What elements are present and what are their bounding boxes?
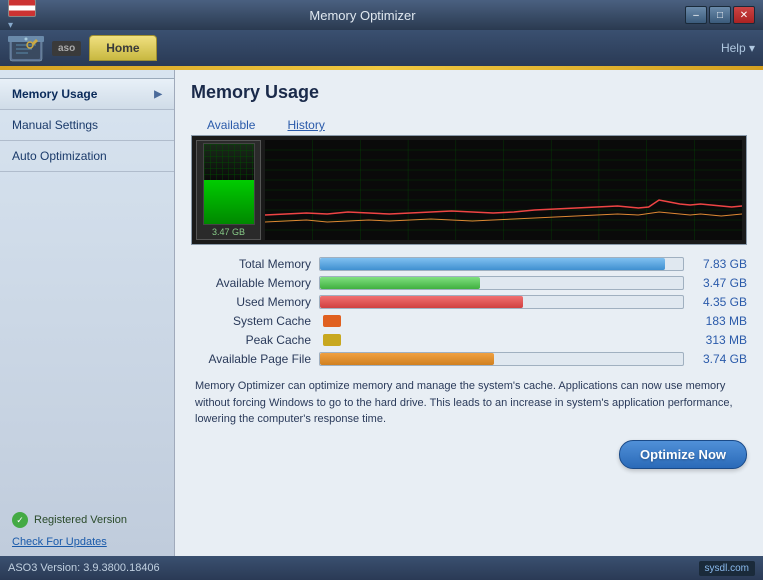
registered-icon: ✓ bbox=[12, 512, 28, 528]
flag-icon bbox=[8, 0, 36, 17]
title-bar-title: Memory Optimizer bbox=[40, 8, 685, 23]
sysdl-badge: sysdl.com bbox=[699, 561, 755, 576]
stat-bar-container bbox=[319, 257, 684, 271]
registered-label: Registered Version bbox=[34, 514, 127, 526]
stat-label: Used Memory bbox=[191, 295, 311, 309]
stat-label: Available Memory bbox=[191, 276, 311, 290]
stat-bar-green bbox=[320, 277, 480, 289]
memory-gauge: 3.47 GB bbox=[196, 140, 261, 240]
stat-value: 183 MB bbox=[692, 314, 747, 328]
stat-bar-orange-wide bbox=[320, 353, 494, 365]
stat-bar-container bbox=[319, 295, 684, 309]
close-button[interactable]: ✕ bbox=[733, 6, 755, 24]
sidebar-arrow-icon: ▶ bbox=[154, 89, 162, 100]
stat-bar-container bbox=[319, 352, 684, 366]
stat-bar-container bbox=[319, 276, 684, 290]
description: Memory Optimizer can optimize memory and… bbox=[191, 378, 747, 428]
gauge-bar-green bbox=[204, 180, 254, 224]
chart-tabs: Available History bbox=[191, 115, 747, 135]
stat-value: 3.47 GB bbox=[692, 276, 747, 290]
stat-bar-blue bbox=[320, 258, 665, 270]
stat-row-total: Total Memory 7.83 GB bbox=[191, 257, 747, 271]
check-updates-link[interactable]: Check For Updates bbox=[12, 536, 162, 548]
stat-bar-orange-small bbox=[323, 315, 341, 327]
sidebar-item-label: Memory Usage bbox=[12, 87, 97, 101]
stat-label: Total Memory bbox=[191, 257, 311, 271]
registered-badge: ✓ Registered Version bbox=[12, 512, 162, 528]
status-bar: ASO3 Version: 3.9.3800.18406 sysdl.com bbox=[0, 556, 763, 580]
gauge-label: 3.47 GB bbox=[212, 227, 245, 237]
stat-bar-red bbox=[320, 296, 523, 308]
maximize-button[interactable]: □ bbox=[709, 6, 731, 24]
stat-value: 7.83 GB bbox=[692, 257, 747, 271]
stat-row-peak-cache: Peak Cache 313 MB bbox=[191, 333, 747, 347]
sidebar-item-manual-settings[interactable]: Manual Settings bbox=[0, 110, 174, 141]
history-svg bbox=[265, 140, 742, 240]
stat-label: Peak Cache bbox=[191, 333, 311, 347]
content-area: Memory Usage Available History 3.47 GB bbox=[175, 70, 763, 556]
stat-bar-yellow-small bbox=[323, 334, 341, 346]
aso-badge: aso bbox=[52, 41, 81, 56]
sidebar-item-label: Manual Settings bbox=[12, 118, 98, 132]
history-chart bbox=[265, 140, 742, 240]
title-bar-controls: – □ ✕ bbox=[685, 6, 755, 24]
stat-value: 313 MB bbox=[692, 333, 747, 347]
sidebar: Memory Usage ▶ Manual Settings Auto Opti… bbox=[0, 70, 175, 556]
home-tab[interactable]: Home bbox=[89, 35, 156, 61]
stat-row-available: Available Memory 3.47 GB bbox=[191, 276, 747, 290]
main-layout: Memory Usage ▶ Manual Settings Auto Opti… bbox=[0, 70, 763, 556]
gauge-bar-container bbox=[203, 143, 255, 225]
stat-row-used: Used Memory 4.35 GB bbox=[191, 295, 747, 309]
optimize-now-button[interactable]: Optimize Now bbox=[619, 440, 747, 469]
sidebar-item-auto-optimization[interactable]: Auto Optimization bbox=[0, 141, 174, 172]
version-label: ASO3 Version: 3.9.3800.18406 bbox=[8, 562, 160, 574]
tab-available[interactable]: Available bbox=[191, 115, 271, 135]
title-bar: ▾ Memory Optimizer – □ ✕ bbox=[0, 0, 763, 30]
stat-value: 4.35 GB bbox=[692, 295, 747, 309]
stat-row-page-file: Available Page File 3.74 GB bbox=[191, 352, 747, 366]
app-logo-icon bbox=[8, 31, 44, 65]
help-button[interactable]: Help ▾ bbox=[721, 41, 755, 55]
stat-row-system-cache: System Cache 183 MB bbox=[191, 314, 747, 328]
sidebar-footer: ✓ Registered Version Check For Updates bbox=[0, 504, 174, 556]
gauge-bar-dark bbox=[204, 144, 254, 180]
sidebar-item-label: Auto Optimization bbox=[12, 149, 107, 163]
tab-history[interactable]: History bbox=[271, 115, 340, 135]
stat-value: 3.74 GB bbox=[692, 352, 747, 366]
flag-area: ▾ bbox=[8, 0, 40, 31]
content-title: Memory Usage bbox=[191, 82, 747, 103]
flag-dropdown[interactable]: ▾ bbox=[8, 20, 13, 31]
chart-container: 3.47 GB bbox=[191, 135, 747, 245]
stat-label: Available Page File bbox=[191, 352, 311, 366]
logo-area bbox=[8, 31, 44, 65]
sidebar-item-memory-usage[interactable]: Memory Usage ▶ bbox=[0, 78, 174, 110]
memory-stats: Total Memory 7.83 GB Available Memory 3.… bbox=[191, 257, 747, 366]
minimize-button[interactable]: – bbox=[685, 6, 707, 24]
stat-label: System Cache bbox=[191, 314, 311, 328]
menu-bar: aso Home Help ▾ bbox=[0, 30, 763, 66]
